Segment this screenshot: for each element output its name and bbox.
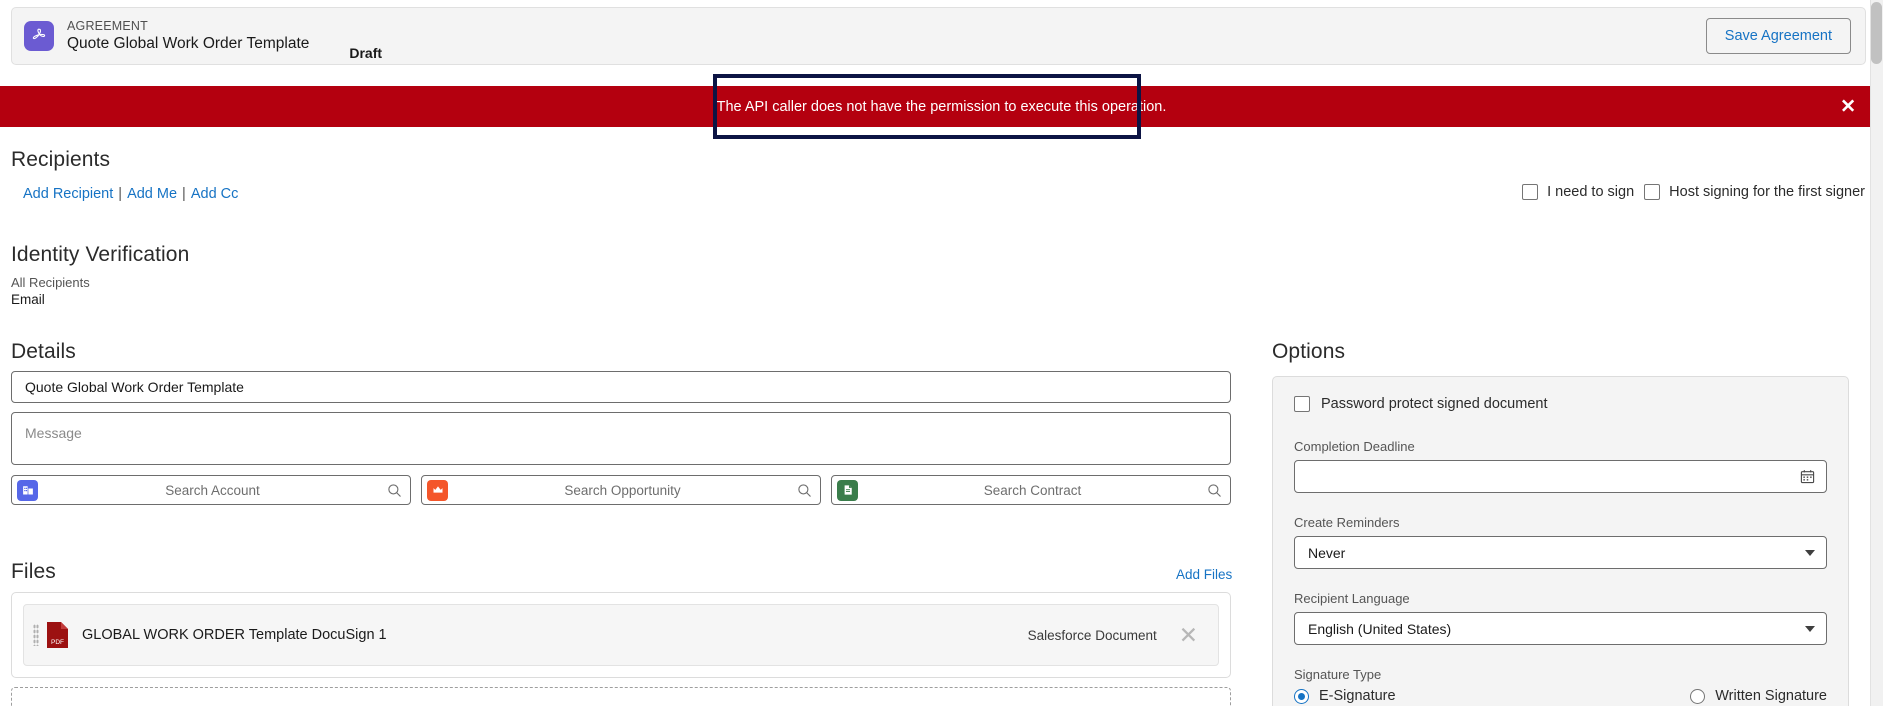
recipient-language-value: English (United States): [1308, 620, 1452, 637]
recipient-language-select[interactable]: English (United States): [1294, 612, 1827, 645]
chevron-down-icon[interactable]: [1805, 625, 1815, 632]
remove-file-icon[interactable]: ✕: [1173, 623, 1204, 648]
close-icon[interactable]: ✕: [1834, 96, 1862, 117]
search-opportunity-field[interactable]: Search Opportunity: [421, 475, 821, 505]
recipients-heading: Recipients: [11, 148, 111, 171]
calendar-icon[interactable]: [1800, 469, 1815, 484]
signature-type-options: E-Signature Written Signature: [1294, 688, 1827, 704]
search-account-field[interactable]: Search Account: [11, 475, 411, 505]
add-recipient-link[interactable]: Add Recipient: [23, 186, 113, 202]
password-protect-option[interactable]: Password protect signed document: [1294, 396, 1827, 412]
search-contract-placeholder: Search Contract: [983, 482, 1082, 498]
i-need-to-sign-checkbox[interactable]: [1522, 184, 1539, 200]
e-signature-option[interactable]: E-Signature: [1294, 688, 1396, 704]
file-name: GLOBAL WORK ORDER Template DocuSign 1: [82, 627, 387, 643]
i-need-to-sign-option[interactable]: I need to sign: [1522, 184, 1634, 200]
link-separator-1: |: [118, 186, 123, 202]
error-message: The API caller does not have the permiss…: [716, 98, 1167, 115]
agreement-header: AGREEMENT Quote Global Work Order Templa…: [11, 7, 1866, 65]
host-signing-label: Host signing for the first signer: [1669, 184, 1865, 200]
agreement-editor-page: AGREEMENT Quote Global Work Order Templa…: [0, 0, 1883, 706]
host-signing-option[interactable]: Host signing for the first signer: [1644, 184, 1865, 200]
search-icon[interactable]: [797, 483, 812, 498]
svg-text:PDF: PDF: [51, 639, 64, 646]
page-scrollbar-track[interactable]: [1870, 0, 1883, 706]
files-panel: PDF GLOBAL WORK ORDER Template DocuSign …: [11, 592, 1231, 678]
signer-options: I need to sign Host signing for the firs…: [1522, 184, 1865, 200]
contract-document-icon: [837, 479, 858, 501]
identity-verification-heading: Identity Verification: [11, 243, 190, 266]
agreement-name-input[interactable]: [11, 371, 1231, 403]
page-scrollbar-thumb[interactable]: [1871, 2, 1882, 64]
save-agreement-button[interactable]: Save Agreement: [1705, 18, 1851, 54]
completion-deadline-label: Completion Deadline: [1294, 439, 1415, 454]
account-building-icon: [17, 479, 38, 501]
options-panel: Password protect signed document Complet…: [1272, 376, 1849, 706]
search-contract-field[interactable]: Search Contract: [831, 475, 1231, 505]
error-banner: The API caller does not have the permiss…: [0, 86, 1883, 127]
pdf-agreement-icon: [24, 21, 54, 51]
add-me-link[interactable]: Add Me: [127, 186, 177, 202]
e-signature-radio[interactable]: [1294, 688, 1309, 704]
identity-verification-method: Email: [11, 292, 45, 307]
completion-deadline-field[interactable]: [1294, 460, 1827, 493]
file-dropzone[interactable]: [11, 687, 1231, 706]
link-separator-2: |: [182, 186, 186, 202]
written-signature-option[interactable]: Written Signature: [1690, 688, 1827, 704]
options-heading: Options: [1272, 340, 1346, 363]
i-need-to-sign-label: I need to sign: [1547, 184, 1635, 200]
recipient-actions: Add Recipient | Add Me | Add Cc: [23, 186, 238, 202]
search-opportunity-placeholder: Search Opportunity: [564, 482, 681, 498]
file-source-label: Salesforce Document: [1027, 627, 1157, 643]
password-protect-label: Password protect signed document: [1321, 396, 1548, 412]
header-text-block: AGREEMENT Quote Global Work Order Templa…: [67, 19, 309, 54]
add-cc-link[interactable]: Add Cc: [191, 186, 239, 202]
header-kicker: AGREEMENT: [67, 18, 148, 33]
search-icon[interactable]: [1207, 483, 1222, 498]
details-heading: Details: [11, 340, 76, 363]
written-signature-label: Written Signature: [1715, 688, 1827, 704]
status-badge: Draft: [349, 45, 383, 61]
password-protect-checkbox[interactable]: [1294, 396, 1310, 412]
message-textarea[interactable]: [11, 412, 1231, 465]
opportunity-crown-icon: [427, 479, 448, 501]
host-signing-checkbox[interactable]: [1644, 184, 1661, 200]
written-signature-radio[interactable]: [1690, 688, 1706, 704]
chevron-down-icon[interactable]: [1805, 549, 1815, 556]
e-signature-label: E-Signature: [1319, 688, 1396, 704]
add-files-link[interactable]: Add Files: [1176, 567, 1232, 582]
drag-handle-icon[interactable]: [33, 624, 39, 646]
search-icon[interactable]: [387, 483, 402, 498]
identity-verification-scope: All Recipients: [11, 275, 90, 290]
signature-type-label: Signature Type: [1294, 667, 1382, 682]
create-reminders-select[interactable]: Never: [1294, 536, 1827, 569]
table-row[interactable]: PDF GLOBAL WORK ORDER Template DocuSign …: [23, 604, 1219, 666]
page-title: Quote Global Work Order Template: [67, 35, 310, 53]
recipient-language-label: Recipient Language: [1294, 591, 1410, 606]
pdf-file-icon: PDF: [46, 621, 69, 649]
create-reminders-value: Never: [1308, 544, 1346, 561]
search-account-placeholder: Search Account: [165, 482, 260, 498]
create-reminders-label: Create Reminders: [1294, 515, 1400, 530]
files-heading: Files: [11, 560, 56, 583]
